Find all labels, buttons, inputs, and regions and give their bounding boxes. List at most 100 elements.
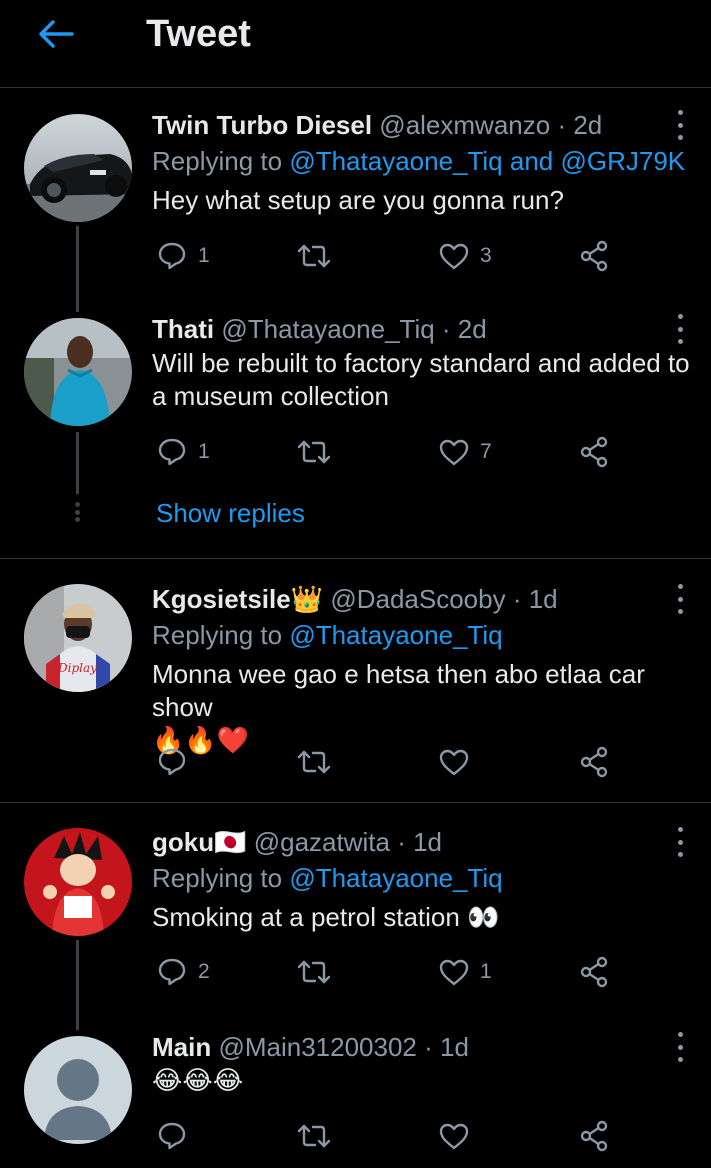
replying-to-mentions[interactable]: @Thatayaone_Tiq and @GRJ79K bbox=[289, 146, 685, 176]
like-button[interactable]: 1 bbox=[438, 952, 492, 992]
user-handle[interactable]: @Thatayaone_Tiq bbox=[221, 314, 434, 344]
share-icon bbox=[580, 746, 608, 778]
replying-to-label: Replying to bbox=[152, 146, 283, 176]
timestamp: · 2d bbox=[441, 314, 487, 344]
avatar[interactable] bbox=[24, 318, 132, 426]
avatar[interactable] bbox=[24, 1036, 132, 1144]
user-handle[interactable]: @Main31200302 bbox=[218, 1032, 416, 1062]
retweet-icon bbox=[297, 1124, 331, 1148]
reply-icon bbox=[158, 748, 186, 776]
tweet-actions: 1 3 bbox=[152, 236, 632, 276]
divider bbox=[0, 558, 711, 559]
retweet-button[interactable] bbox=[296, 1116, 332, 1156]
reply-count: 2 bbox=[198, 960, 210, 983]
tweet-emoji: 😂😂😂 bbox=[152, 1066, 244, 1096]
reply-count: 1 bbox=[198, 244, 210, 267]
replying-to-label: Replying to bbox=[152, 620, 283, 650]
arrow-left-icon bbox=[39, 20, 74, 48]
user-handle[interactable]: @gazatwita bbox=[254, 827, 390, 857]
tweet-actions bbox=[152, 742, 632, 782]
more-vertical-icon[interactable] bbox=[670, 584, 690, 614]
replying-to-mentions[interactable]: @Thatayaone_Tiq bbox=[289, 863, 502, 893]
show-replies-link[interactable]: Show replies bbox=[156, 498, 305, 529]
svg-text:Diplay: Diplay bbox=[57, 661, 97, 675]
thread-line bbox=[76, 432, 79, 494]
more-vertical-icon[interactable] bbox=[670, 110, 690, 140]
tweet-emoji: 👀 bbox=[467, 903, 500, 933]
reply-icon bbox=[158, 958, 186, 986]
tweet-text: 😂😂😂 bbox=[152, 1064, 697, 1098]
share-button[interactable] bbox=[578, 742, 610, 782]
heart-icon bbox=[439, 959, 469, 986]
thread-line bbox=[76, 226, 79, 312]
heart-icon bbox=[439, 749, 469, 776]
replying-to-label: Replying to bbox=[152, 863, 283, 893]
heart-icon bbox=[439, 439, 469, 466]
reply-icon bbox=[158, 1122, 186, 1150]
page-title: Tweet bbox=[146, 13, 251, 55]
replying-to-mentions[interactable]: @Thatayaone_Tiq bbox=[289, 620, 502, 650]
reply-icon bbox=[158, 438, 186, 466]
like-button[interactable] bbox=[438, 742, 480, 782]
back-button[interactable] bbox=[34, 14, 78, 54]
retweet-button[interactable] bbox=[296, 432, 332, 472]
retweet-button[interactable] bbox=[296, 952, 332, 992]
avatar[interactable] bbox=[24, 114, 132, 222]
share-icon bbox=[580, 956, 608, 988]
more-vertical-icon[interactable] bbox=[670, 827, 690, 857]
share-button[interactable] bbox=[578, 432, 610, 472]
retweet-icon bbox=[297, 440, 331, 464]
top-bar: Tweet bbox=[0, 0, 711, 88]
share-icon bbox=[580, 436, 608, 468]
thread-line bbox=[76, 940, 79, 1030]
tweet-text: Hey what setup are you gonna run? bbox=[152, 185, 564, 215]
more-vertical-icon[interactable] bbox=[670, 1032, 690, 1062]
heart-icon bbox=[439, 1123, 469, 1150]
divider bbox=[0, 802, 711, 803]
like-count: 3 bbox=[480, 244, 492, 267]
share-button[interactable] bbox=[578, 1116, 610, 1156]
reply-button[interactable] bbox=[156, 1116, 198, 1156]
tweet-text: Will be rebuilt to factory standard and … bbox=[152, 348, 690, 411]
share-icon bbox=[580, 240, 608, 272]
timestamp: · 2d bbox=[557, 110, 603, 140]
display-name[interactable]: Twin Turbo Diesel bbox=[152, 110, 372, 140]
like-count: 7 bbox=[480, 440, 492, 463]
more-vertical-icon[interactable] bbox=[670, 314, 690, 344]
retweet-icon bbox=[297, 750, 331, 774]
reply-button[interactable]: 1 bbox=[156, 236, 210, 276]
reply-button[interactable]: 1 bbox=[156, 432, 210, 472]
reply-icon bbox=[158, 242, 186, 270]
retweet-icon bbox=[297, 244, 331, 268]
tweet-actions bbox=[152, 1116, 632, 1156]
tweet-text-content: Smoking at a petrol station bbox=[152, 902, 460, 932]
reply-count: 1 bbox=[198, 440, 210, 463]
share-button[interactable] bbox=[578, 952, 610, 992]
display-name[interactable]: Main bbox=[152, 1032, 211, 1062]
like-count: 1 bbox=[480, 960, 492, 983]
crown-emoji: 👑 bbox=[290, 585, 324, 615]
heart-icon bbox=[439, 243, 469, 270]
tweet-actions: 1 7 bbox=[152, 432, 632, 472]
display-name[interactable]: goku bbox=[152, 827, 214, 857]
user-handle[interactable]: @alexmwanzo bbox=[379, 110, 550, 140]
avatar[interactable] bbox=[24, 828, 132, 936]
tweet-actions: 2 1 bbox=[152, 952, 632, 992]
timestamp: · 1d bbox=[397, 827, 442, 857]
display-name[interactable]: Thati bbox=[152, 314, 214, 344]
like-button[interactable]: 7 bbox=[438, 432, 492, 472]
retweet-button[interactable] bbox=[296, 236, 332, 276]
like-button[interactable]: 3 bbox=[438, 236, 492, 276]
avatar[interactable]: Diplay bbox=[24, 584, 132, 692]
tweet-text: Smoking at a petrol station 👀 bbox=[152, 901, 697, 935]
reply-button[interactable]: 2 bbox=[156, 952, 210, 992]
user-handle[interactable]: @DadaScooby bbox=[330, 584, 505, 614]
retweet-icon bbox=[297, 960, 331, 984]
share-button[interactable] bbox=[578, 236, 610, 276]
like-button[interactable] bbox=[438, 1116, 480, 1156]
reply-button[interactable] bbox=[156, 742, 198, 782]
retweet-button[interactable] bbox=[296, 742, 332, 782]
timestamp: · 1d bbox=[424, 1032, 469, 1062]
share-icon bbox=[580, 1120, 608, 1152]
display-name[interactable]: Kgosietsile bbox=[152, 584, 291, 614]
